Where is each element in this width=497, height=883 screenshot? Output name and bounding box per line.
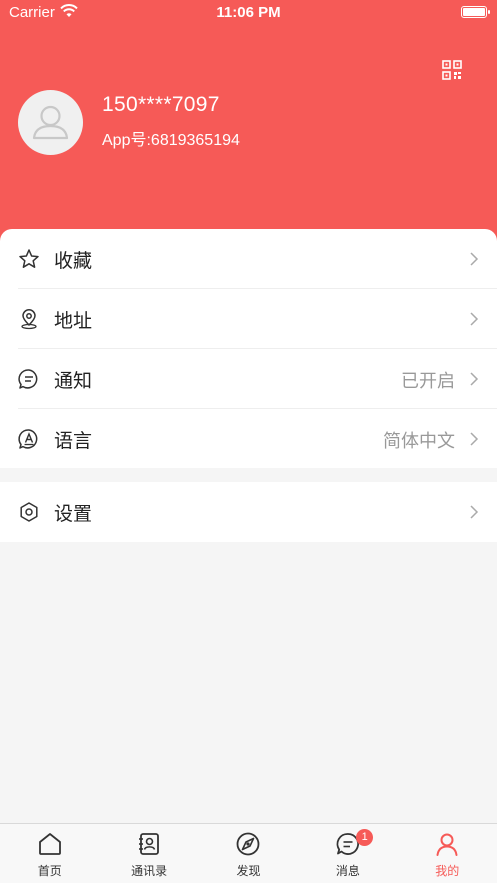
language-value: 简体中文 bbox=[383, 431, 455, 452]
chevron-right-icon bbox=[470, 312, 479, 326]
menu-item-label: 地址 bbox=[54, 310, 93, 332]
user-icon bbox=[436, 833, 458, 856]
menu-item-language[interactable]: 语言 简体中文 bbox=[0, 409, 497, 469]
tab-home[interactable]: 首页 bbox=[0, 824, 99, 883]
profile-header: Carrier 11:06 PM 150****7097 App号:681936… bbox=[0, 0, 497, 250]
chevron-right-icon bbox=[470, 432, 479, 446]
tab-label: 发现 bbox=[236, 864, 261, 878]
user-avatar-icon bbox=[32, 105, 69, 140]
tab-label: 消息 bbox=[335, 864, 360, 878]
user-phone: 150****7097 bbox=[102, 93, 220, 116]
avatar[interactable] bbox=[18, 90, 83, 155]
location-pin-icon bbox=[21, 309, 37, 330]
tab-contacts[interactable]: 通讯录 bbox=[99, 824, 198, 883]
menu-card: 收藏 地址 通知 已开启 语言 简体中文 bbox=[0, 229, 497, 468]
menu-item-label: 语言 bbox=[54, 430, 93, 452]
status-bar: Carrier 11:06 PM bbox=[0, 0, 497, 26]
menu-item-settings[interactable]: 设置 bbox=[0, 482, 497, 542]
tab-messages[interactable]: 1 消息 bbox=[298, 824, 397, 883]
tab-bar: 首页 通讯录 发现 1 消息 我的 bbox=[0, 823, 497, 883]
tab-discover[interactable]: 发现 bbox=[199, 824, 298, 883]
chevron-right-icon bbox=[470, 372, 479, 386]
chevron-right-icon bbox=[470, 252, 479, 266]
notification-status: 已开启 bbox=[401, 371, 455, 392]
tab-me[interactable]: 我的 bbox=[398, 824, 497, 883]
menu-item-label: 设置 bbox=[54, 503, 93, 525]
settings-card: 设置 bbox=[0, 482, 497, 542]
message-bubble-icon bbox=[18, 369, 38, 389]
star-icon bbox=[19, 249, 39, 268]
menu-item-label: 通知 bbox=[54, 370, 93, 392]
menu-item-address[interactable]: 地址 bbox=[0, 289, 497, 349]
language-icon bbox=[18, 429, 38, 449]
clock: 11:06 PM bbox=[216, 4, 281, 21]
battery-icon bbox=[461, 6, 490, 18]
home-icon bbox=[38, 833, 61, 855]
user-app-id: App号:6819365194 bbox=[102, 132, 240, 149]
compass-icon bbox=[237, 832, 260, 856]
menu-item-label: 收藏 bbox=[54, 250, 93, 272]
unread-badge: 1 bbox=[356, 829, 374, 846]
qr-code-icon[interactable] bbox=[442, 60, 462, 80]
contacts-icon bbox=[139, 833, 159, 855]
chevron-right-icon bbox=[470, 505, 479, 519]
tab-label: 我的 bbox=[435, 864, 460, 878]
tab-label: 首页 bbox=[37, 864, 62, 878]
tab-label: 通讯录 bbox=[131, 864, 168, 878]
menu-item-favorites[interactable]: 收藏 bbox=[0, 229, 497, 289]
menu-item-notifications[interactable]: 通知 已开启 bbox=[0, 349, 497, 409]
gear-icon bbox=[20, 502, 38, 522]
